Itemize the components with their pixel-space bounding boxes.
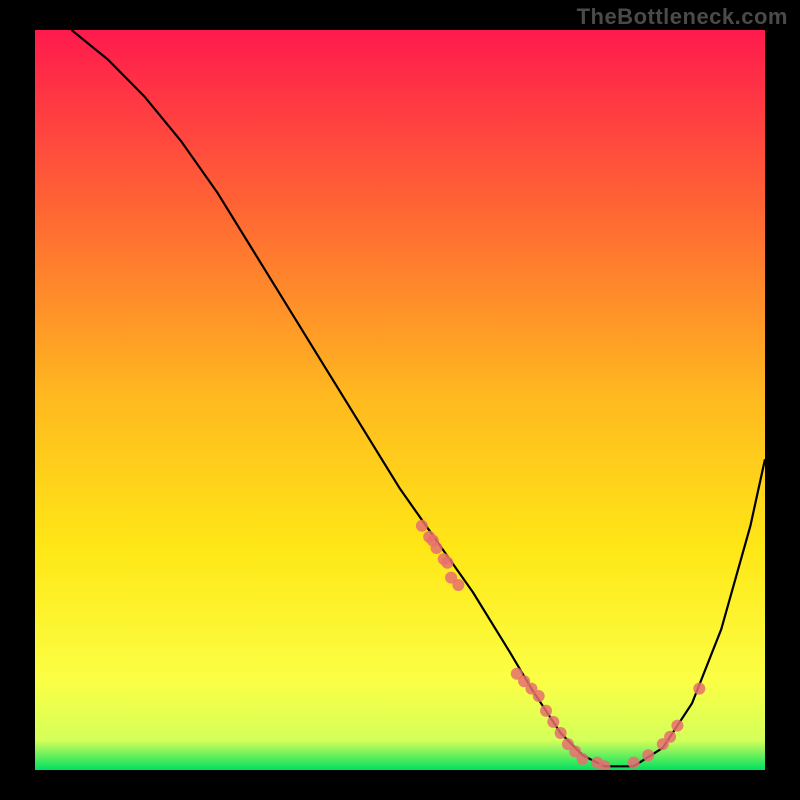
chart-svg xyxy=(35,30,765,770)
scatter-point xyxy=(441,557,453,569)
scatter-point xyxy=(540,705,552,717)
scatter-point xyxy=(642,749,654,761)
scatter-point xyxy=(431,542,443,554)
scatter-point xyxy=(693,683,705,695)
watermark-text: TheBottleneck.com xyxy=(577,4,788,30)
scatter-point xyxy=(664,731,676,743)
chart-frame: TheBottleneck.com xyxy=(0,0,800,800)
scatter-point xyxy=(555,727,567,739)
scatter-point xyxy=(547,716,559,728)
scatter-point xyxy=(416,520,428,532)
scatter-point xyxy=(533,690,545,702)
scatter-point xyxy=(628,757,640,769)
scatter-point xyxy=(577,753,589,765)
scatter-point xyxy=(452,579,464,591)
plot-area xyxy=(35,30,765,770)
scatter-point xyxy=(671,720,683,732)
gradient-background xyxy=(35,30,765,770)
